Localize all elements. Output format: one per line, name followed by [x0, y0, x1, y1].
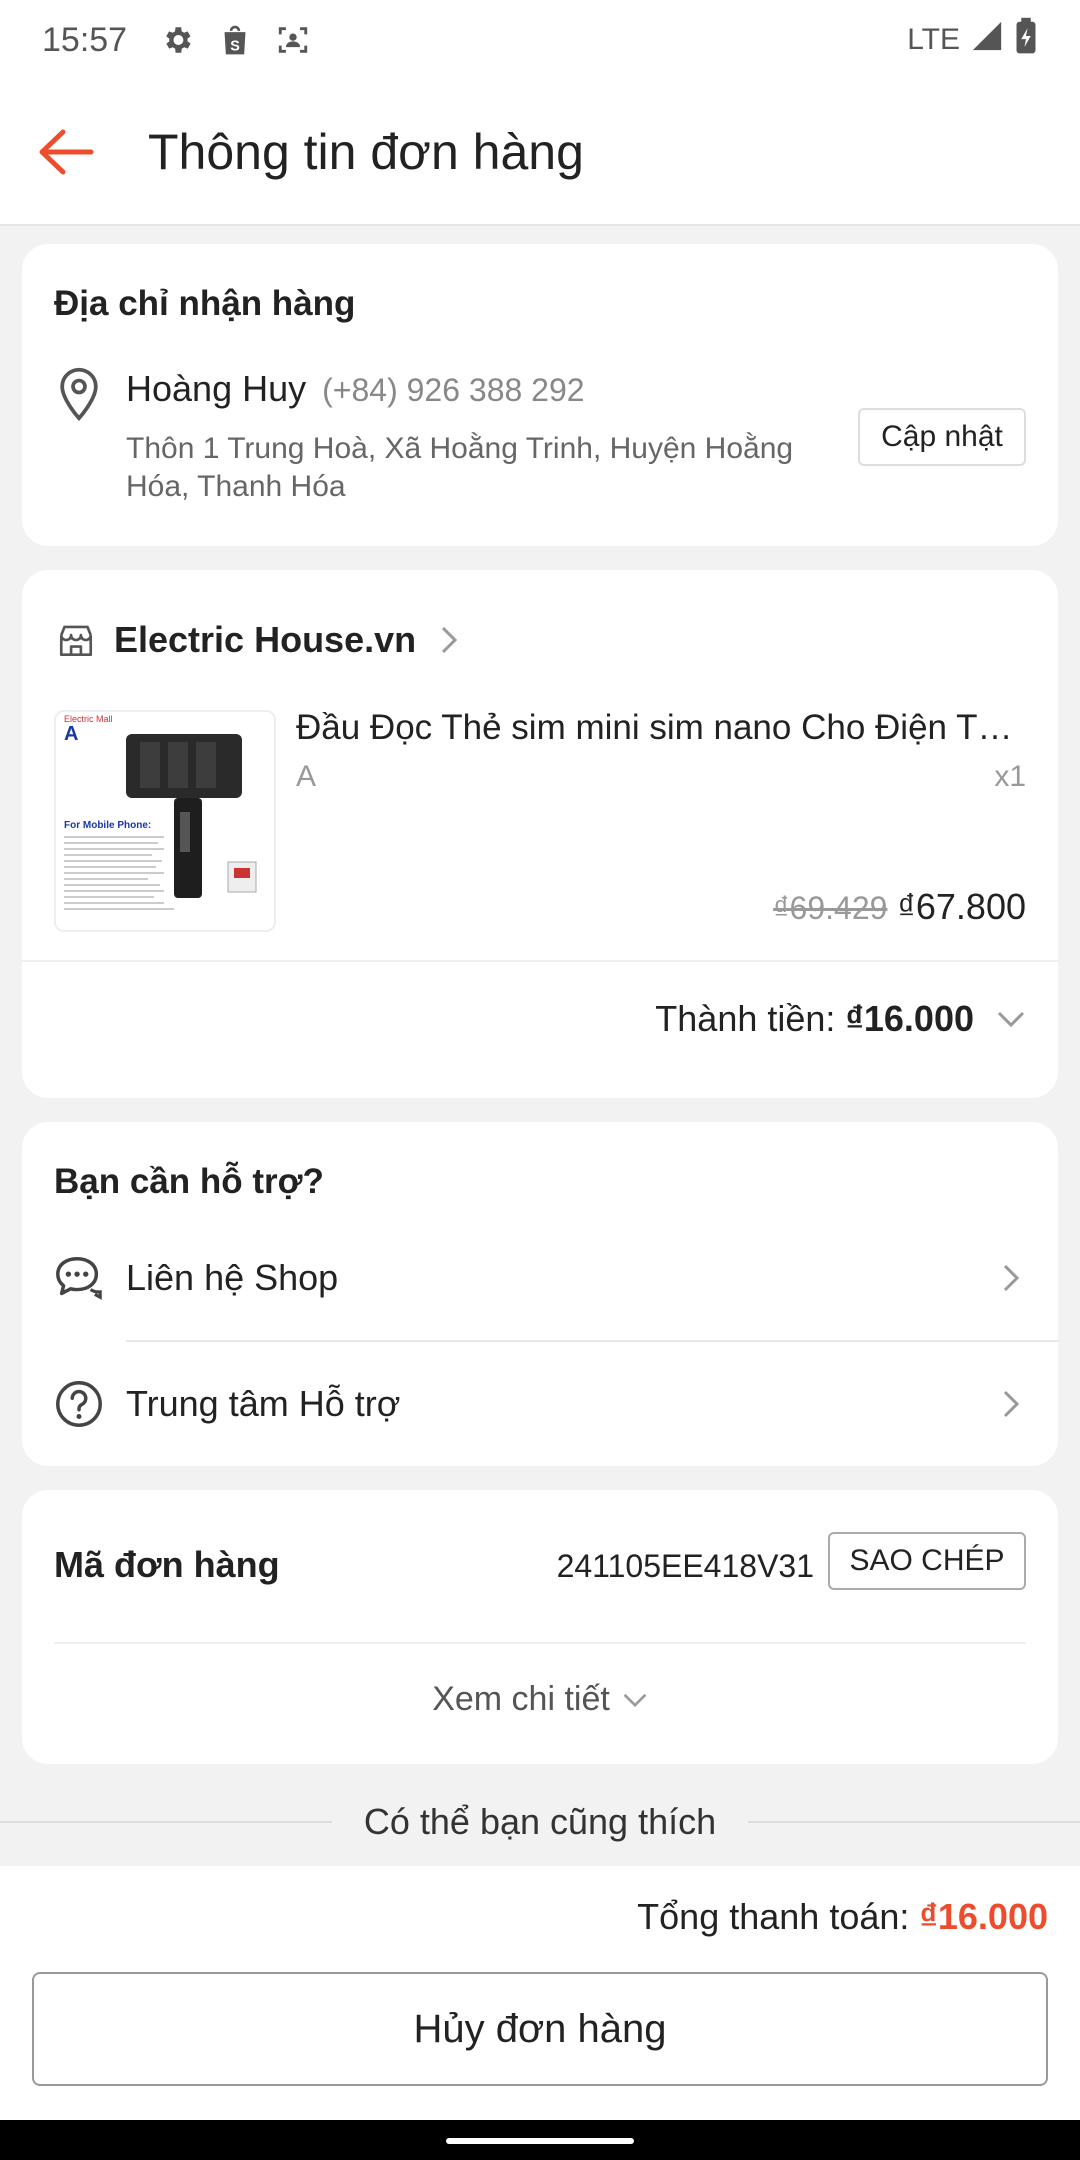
divider	[0, 1821, 332, 1823]
system-nav-bar	[0, 2120, 1080, 2160]
help-question-icon	[56, 1381, 102, 1427]
back-arrow-icon	[39, 129, 94, 175]
chevron-down-icon	[623, 1693, 647, 1707]
shopping-bag-icon: S	[215, 20, 255, 60]
recipient-phone: (+84) 926 388 292	[322, 372, 585, 408]
support-section-title: Bạn cần hỗ trợ?	[54, 1162, 324, 1201]
recipient-line: Hoàng Huy (+84) 926 388 292	[126, 368, 585, 410]
grand-total: Tổng thanh toán: ₫16.000	[637, 1896, 1048, 1938]
suggestions-heading: Có thể bạn cũng thích	[0, 1790, 1080, 1854]
cancel-order-button[interactable]: Hủy đơn hàng	[32, 1972, 1048, 2086]
help-center-label: Trung tâm Hỗ trợ	[126, 1383, 401, 1424]
order-id-label: Mã đơn hàng	[54, 1544, 280, 1585]
battery-icon	[1014, 17, 1038, 63]
copy-order-id-button[interactable]: SAO CHÉP	[828, 1532, 1026, 1590]
product-image-caption: For Mobile Phone:	[64, 820, 151, 831]
contact-shop-label: Liên hệ Shop	[126, 1257, 339, 1298]
shipping-address: Thôn 1 Trung Hoà, Xã Hoằng Trinh, Huyện …	[126, 432, 794, 503]
order-id-value: 241105EE418V31	[556, 1548, 814, 1584]
network-type: LTE	[907, 23, 960, 56]
back-button[interactable]	[0, 79, 130, 225]
chevron-right-icon	[442, 626, 458, 654]
page-title: Thông tin đơn hàng	[148, 124, 584, 180]
grand-total-value: ₫16.000	[919, 1896, 1048, 1937]
divider	[22, 960, 1058, 962]
product-price: ₫69.429 ₫67.800	[773, 886, 1026, 928]
shop-name: Electric House.vn	[114, 619, 417, 660]
chevron-right-icon	[1003, 1390, 1020, 1418]
status-bar: 15:57 S LTE	[0, 0, 1080, 80]
product-quantity: x1	[994, 760, 1026, 793]
product-image[interactable]: Electric Mall A For Mobile Phone:	[54, 710, 276, 932]
chevron-right-icon	[1003, 1264, 1020, 1292]
order-info-card: Mã đơn hàng 241105EE418V31 SAO CHÉP Xem …	[22, 1490, 1058, 1764]
view-details-label: Xem chi tiết	[432, 1680, 610, 1718]
chat-bubbles-icon	[56, 1256, 102, 1300]
product-image-letter: A	[64, 723, 78, 745]
view-details-link[interactable]: Xem chi tiết	[22, 1680, 1058, 1719]
location-pin-icon	[56, 366, 102, 422]
app-bar: Thông tin đơn hàng	[0, 80, 1080, 226]
divider	[748, 1821, 1080, 1823]
address-section-title: Địa chỉ nhận hàng	[54, 284, 356, 323]
chevron-down-icon	[997, 1011, 1025, 1028]
shop-order-card: Electric House.vn Electric Mall A For Mo…	[22, 570, 1058, 1098]
suggestions-label: Có thể bạn cũng thích	[363, 1801, 717, 1842]
update-address-button[interactable]: Cập nhật	[858, 408, 1026, 466]
product-title[interactable]: Đầu Đọc Thẻ sim mini sim nano Cho Điện T…	[296, 708, 1026, 748]
order-subtotal-toggle[interactable]: Thành tiền: ₫16.000	[655, 998, 1026, 1040]
signal-icon	[970, 19, 1004, 61]
store-icon	[59, 625, 93, 657]
subtotal-value: ₫16.000	[845, 998, 974, 1039]
home-gesture-handle[interactable]	[446, 2138, 634, 2144]
product-variant: A	[296, 760, 317, 793]
settings-gear-icon	[157, 20, 197, 60]
recipient-name: Hoàng Huy	[126, 368, 307, 409]
price-current: ₫67.800	[897, 886, 1026, 927]
svg-text:S: S	[230, 38, 240, 54]
shop-link[interactable]: Electric House.vn	[56, 610, 458, 670]
divider	[54, 1642, 1026, 1644]
bottom-action-panel: Tổng thanh toán: ₫16.000 Hủy đơn hàng	[0, 1866, 1080, 2120]
support-card: Bạn cần hỗ trợ? Liên hệ Shop Trung tâm H…	[22, 1122, 1058, 1466]
price-original: ₫69.429	[773, 890, 888, 926]
help-center-item[interactable]: Trung tâm Hỗ trợ	[22, 1342, 1058, 1466]
contact-shop-item[interactable]: Liên hệ Shop	[22, 1216, 1058, 1340]
address-card: Địa chỉ nhận hàng Hoàng Huy (+84) 926 38…	[22, 244, 1058, 546]
status-time: 15:57	[42, 20, 128, 59]
face-scan-icon	[273, 20, 313, 60]
subtotal-label: Thành tiền:	[655, 998, 836, 1039]
grand-total-label: Tổng thanh toán:	[637, 1896, 910, 1937]
